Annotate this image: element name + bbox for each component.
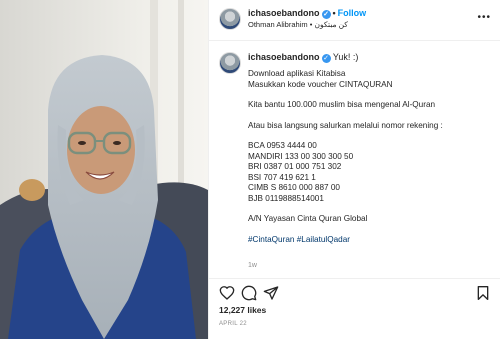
hashtag-link[interactable]: #LailatulQadar	[297, 235, 350, 244]
header-username-row: ichasoebandono ✓ • Follow	[248, 8, 366, 19]
account-name-line: A/N Yayasan Cinta Quran Global	[248, 214, 368, 223]
bookmark-icon[interactable]	[475, 285, 491, 301]
account-line: BJB 0119888514001	[248, 193, 324, 203]
likes-count[interactable]: 12,227 likes	[219, 305, 266, 315]
caption-line: Download aplikasi Kitabisa	[248, 69, 346, 78]
post-header: ichasoebandono ✓ • Follow Othman Alibrahim …	[209, 0, 500, 41]
verified-badge-icon: ✓	[321, 54, 331, 63]
separator-dot: •	[332, 8, 336, 18]
hashtag-link[interactable]: #CintaQuran	[248, 235, 294, 244]
avatar[interactable]	[219, 52, 241, 74]
caption-text: Yuk! :)	[332, 52, 359, 62]
portrait-image	[0, 0, 208, 339]
account-line: BCA 0953 4444 00	[248, 141, 317, 150]
heart-icon[interactable]	[219, 285, 235, 301]
share-icon[interactable]	[263, 285, 279, 301]
caption-header: ichasoebandono ✓ Yuk! :)	[248, 52, 358, 63]
account-line: MANDIRI 133 00 300 300 50	[248, 151, 354, 161]
location-name: Othman Alibrahim	[248, 20, 308, 29]
caption-timestamp[interactable]: 1w	[248, 262, 257, 269]
verified-badge-icon: ✓	[321, 10, 331, 19]
post-date[interactable]: APRIL 22	[219, 321, 247, 327]
location-separator: •	[309, 20, 313, 29]
account-line: CIMB S 8610 000 887 00	[248, 183, 340, 192]
caption-line: Kita bantu 100.000 muslim bisa mengenal …	[248, 100, 436, 109]
follow-button[interactable]: Follow	[338, 8, 367, 18]
header-username[interactable]: ichasoebandono	[248, 8, 320, 18]
avatar[interactable]	[219, 8, 241, 30]
account-line: BRI 0387 01 000 751 302	[248, 162, 342, 171]
hashtags-line: #CintaQuran #LailatulQadar	[248, 235, 498, 246]
more-options-button[interactable]: •••	[477, 12, 491, 23]
caption-line: Atau bisa langsung salurkan melalui nomo…	[248, 120, 443, 130]
post-photo[interactable]	[0, 0, 208, 339]
account-line: BSI 707 419 621 1	[248, 172, 316, 182]
comment-icon[interactable]	[241, 285, 257, 301]
caption-username[interactable]: ichasoebandono	[248, 52, 320, 62]
header-location[interactable]: Othman Alibrahim • كن مبتكون	[248, 20, 348, 29]
location-arabic: كن مبتكون	[314, 20, 348, 29]
caption-line: Masukkan kode voucher CINTAQURAN	[248, 79, 393, 89]
caption-body: Download aplikasi Kitabisa Masukkan kode…	[248, 69, 498, 245]
instagram-post: ichasoebandono ✓ • Follow Othman Alibrahim …	[0, 0, 500, 339]
post-side-panel: ichasoebandono ✓ • Follow Othman Alibrahim …	[208, 0, 500, 339]
action-bar	[209, 278, 500, 307]
